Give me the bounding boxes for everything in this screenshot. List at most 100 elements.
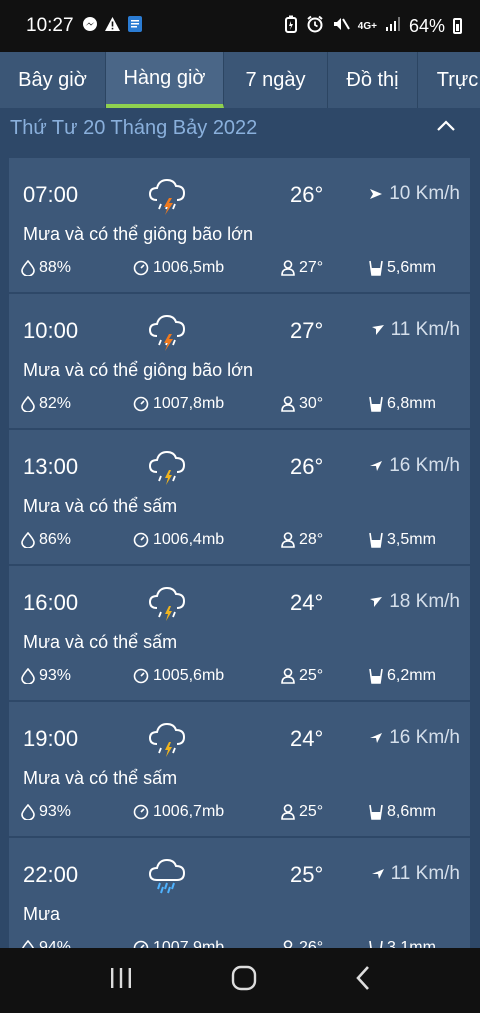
recent-apps-button[interactable] — [109, 967, 133, 994]
humidity-stat: 86% — [21, 531, 71, 549]
tab-7-days[interactable]: 7 ngày — [224, 52, 328, 108]
forecast-description: Mưa và có thể sấm — [23, 768, 178, 788]
rain-icon — [147, 856, 189, 896]
status-time: 10:27 — [26, 15, 74, 36]
pressure-value: 1006,4mb — [153, 531, 225, 548]
forecast-card[interactable]: 22:00 25° 11 Km/h Mưa 94% 1007,9mb 26° 3… — [9, 838, 470, 948]
pressure-stat: 1007,9mb — [133, 939, 224, 948]
person-icon — [281, 532, 295, 548]
rain-value: 5,6mm — [387, 259, 436, 276]
pressure-icon — [133, 668, 149, 684]
person-icon — [281, 396, 295, 412]
forecast-card[interactable]: 16:00 24° 18 Km/h Mưa và có thể sấm 93% … — [9, 566, 470, 700]
status-bar: 10:27 4G+ 64% — [0, 0, 480, 52]
forecast-card[interactable]: 07:00 26° 10 Km/h Mưa và có thể giông bã… — [9, 158, 470, 292]
feels-like-value: 26° — [299, 939, 324, 948]
date-label: Thứ Tư 20 Tháng Bảy 2022 — [10, 116, 258, 139]
home-button[interactable] — [231, 965, 257, 996]
pressure-value: 1006,5mb — [153, 259, 225, 276]
thunder-rain-icon — [147, 584, 189, 624]
feels-like-value: 28° — [299, 531, 324, 548]
humidity-stat: 82% — [21, 395, 71, 413]
forecast-temp: 27° — [290, 318, 324, 343]
thunder-rain-icon — [147, 448, 189, 488]
rain-gauge-icon — [369, 260, 383, 276]
forecast-list[interactable]: 07:00 26° 10 Km/h Mưa và có thể giông bã… — [9, 158, 470, 948]
pressure-stat: 1006,5mb — [133, 259, 224, 277]
feels-like-value: 30° — [299, 395, 324, 412]
rain-stat: 6,2mm — [369, 667, 436, 685]
wind-direction-icon — [370, 461, 383, 471]
wind-direction-icon — [370, 189, 383, 199]
forecast-temp: 24° — [290, 726, 324, 751]
humidity-value: 93% — [39, 667, 72, 684]
forecast-card[interactable]: 19:00 24° 16 Km/h Mưa và có thể sấm 93% … — [9, 702, 470, 836]
humidity-value: 86% — [39, 531, 72, 548]
humidity-stat: 88% — [21, 259, 71, 277]
forecast-card[interactable]: 10:00 27° 11 Km/h Mưa và có thể giông bã… — [9, 294, 470, 428]
pressure-icon — [133, 804, 149, 820]
wind-speed: 10 Km/h — [389, 183, 460, 204]
feels-like-value: 25° — [299, 803, 324, 820]
tab-live[interactable]: Trực — [418, 52, 480, 108]
tab-hourly-label: Hàng giờ — [123, 66, 206, 89]
forecast-description: Mưa và có thể giông bão lớn — [23, 360, 253, 380]
rain-value: 6,8mm — [387, 395, 436, 412]
wind-direction-icon — [370, 597, 383, 607]
forecast-wind: 11 Km/h — [371, 319, 460, 341]
forecast-wind: 16 Km/h — [369, 727, 460, 749]
pressure-stat: 1007,8mb — [133, 395, 224, 413]
date-header[interactable]: Thứ Tư 20 Tháng Bảy 2022 — [0, 108, 480, 148]
forecast-temp: 26° — [290, 182, 324, 207]
person-icon — [283, 940, 293, 948]
pressure-icon — [133, 532, 149, 548]
humidity-icon — [21, 260, 35, 276]
feels-like-stat: 30° — [281, 395, 323, 413]
forecast-temp: 26° — [290, 454, 324, 479]
humidity-value: 94% — [39, 939, 72, 948]
feels-like-stat: 28° — [281, 531, 323, 549]
feels-like-stat: 25° — [281, 803, 323, 821]
humidity-stat: 94% — [21, 939, 71, 948]
forecast-card[interactable]: 13:00 26° 16 Km/h Mưa và có thể sấm 86% … — [9, 430, 470, 564]
pressure-icon — [133, 396, 149, 412]
humidity-icon — [21, 940, 35, 948]
person-icon — [281, 260, 295, 276]
tab-now-label: Bây giờ — [18, 68, 87, 91]
pressure-stat: 1006,7mb — [133, 803, 224, 821]
rain-value: 3,1mm — [387, 939, 436, 948]
battery-icon — [453, 18, 462, 34]
rain-stat: 8,6mm — [369, 803, 436, 821]
forecast-description: Mưa và có thể giông bão lớn — [23, 224, 253, 244]
messenger-icon — [82, 16, 98, 36]
tab-chart[interactable]: Đồ thị — [328, 52, 418, 108]
battery-saver-icon — [284, 15, 298, 37]
forecast-wind: 18 Km/h — [369, 591, 460, 613]
pressure-stat: 1005,6mb — [133, 667, 224, 685]
forecast-time: 07:00 — [23, 182, 79, 207]
forecast-wind: 10 Km/h — [369, 183, 460, 205]
tab-hourly[interactable]: Hàng giờ — [106, 52, 224, 108]
pressure-icon — [133, 260, 149, 276]
tab-now[interactable]: Bây giờ — [0, 52, 106, 108]
humidity-icon — [21, 532, 35, 548]
wind-direction-icon — [371, 325, 384, 335]
feels-like-value: 25° — [299, 667, 324, 684]
humidity-icon — [21, 396, 35, 412]
person-icon — [281, 668, 295, 684]
rain-stat: 3,5mm — [369, 531, 436, 549]
chevron-up-icon[interactable] — [436, 119, 456, 137]
tab-chart-label: Đồ thị — [346, 68, 399, 91]
back-button[interactable] — [355, 965, 371, 996]
person-icon — [281, 804, 295, 820]
rain-value: 8,6mm — [387, 803, 436, 820]
wind-speed: 16 Km/h — [389, 727, 460, 748]
pressure-value: 1007,9mb — [153, 939, 225, 948]
rain-gauge-icon — [369, 532, 383, 548]
rain-gauge-icon — [369, 804, 383, 820]
forecast-wind: 16 Km/h — [369, 455, 460, 477]
forecast-wind: 11 Km/h — [371, 863, 460, 885]
thunder-rain-icon — [147, 720, 189, 760]
network-type: 4G+ — [357, 20, 377, 32]
humidity-icon — [21, 804, 35, 820]
